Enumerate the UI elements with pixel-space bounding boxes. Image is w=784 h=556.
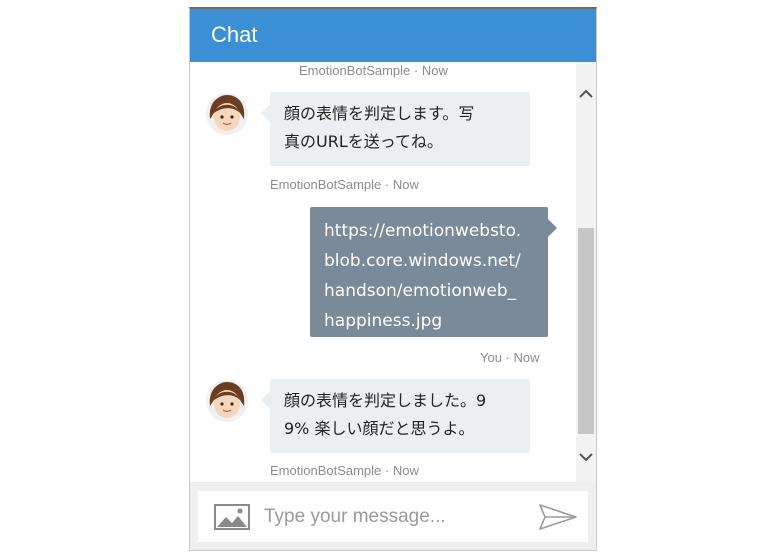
message-meta: EmotionBotSample · Now	[270, 463, 419, 478]
message-text: handson/emotionweb_	[324, 281, 517, 301]
scrollbar[interactable]	[576, 62, 596, 482]
message-meta: You · Now	[480, 350, 540, 365]
message-text: https://emotionwebsto.	[324, 221, 522, 241]
input-box	[198, 491, 588, 542]
message-text: 真のURLを送ってね。	[284, 132, 443, 151]
message-text: 顔の表情を判定しました。9	[284, 391, 487, 410]
message-text: 顔の表情を判定します。写	[284, 104, 475, 123]
chat-window: Chat EmotionBotSample · Now 顔の表情を判定します。写…	[189, 7, 597, 551]
chat-header: Chat	[190, 9, 596, 62]
avatar-icon	[206, 93, 248, 135]
message-text: blob.core.windows.net/	[324, 251, 521, 271]
input-bar	[190, 482, 596, 550]
message-meta: EmotionBotSample · Now	[270, 177, 419, 192]
scroll-thumb[interactable]	[578, 228, 594, 434]
message-bubble-bot: 顔の表情を判定します。写 真のURLを送ってね。	[261, 92, 530, 166]
chevron-down-icon[interactable]	[576, 447, 596, 467]
image-upload-icon[interactable]	[214, 504, 250, 530]
chevron-up-icon[interactable]	[576, 84, 596, 104]
send-icon[interactable]	[538, 503, 578, 531]
avatar-icon	[206, 380, 248, 422]
message-input[interactable]	[264, 500, 534, 534]
message-meta: EmotionBotSample · Now	[299, 63, 448, 78]
message-bubble-bot: 顔の表情を判定しました。9 9% 楽しい顔だと思うよ。	[261, 379, 530, 453]
message-bubble-user: https://emotionwebsto. blob.core.windows…	[310, 207, 557, 337]
message-text: happiness.jpg	[324, 311, 443, 331]
chat-title: Chat	[211, 22, 258, 47]
message-text: 9% 楽しい顔だと思うよ。	[284, 419, 475, 438]
message-history[interactable]: EmotionBotSample · Now 顔の表情を判定します。写 真のUR…	[190, 62, 576, 482]
